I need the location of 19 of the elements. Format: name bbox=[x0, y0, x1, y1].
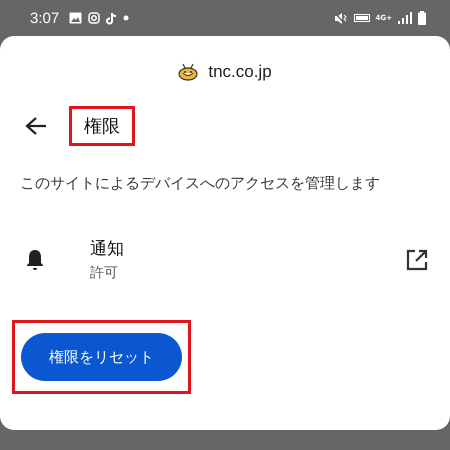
camera-icon bbox=[88, 12, 100, 24]
open-external-icon[interactable] bbox=[406, 248, 428, 270]
music-note-icon bbox=[106, 12, 118, 24]
volte-icon bbox=[354, 14, 370, 22]
back-arrow-icon[interactable] bbox=[25, 116, 47, 136]
gallery-icon bbox=[69, 12, 82, 24]
bee-logo-icon bbox=[178, 63, 198, 81]
mute-icon bbox=[334, 12, 348, 24]
status-time: 3:07 bbox=[30, 10, 60, 26]
battery-icon bbox=[418, 11, 426, 25]
dot-icon bbox=[123, 15, 130, 21]
site-domain: tnc.co.jp bbox=[208, 62, 272, 82]
permission-status: 許可 bbox=[90, 264, 119, 282]
permission-name: 通知 bbox=[90, 238, 125, 260]
reset-permissions-button[interactable]: 権限をリセット bbox=[21, 333, 182, 381]
bell-icon bbox=[25, 248, 45, 270]
page-title: 権限 bbox=[84, 116, 120, 137]
signal-icon bbox=[398, 12, 412, 24]
description-text: このサイトによるデバイスへのアクセスを管理します bbox=[20, 174, 381, 193]
